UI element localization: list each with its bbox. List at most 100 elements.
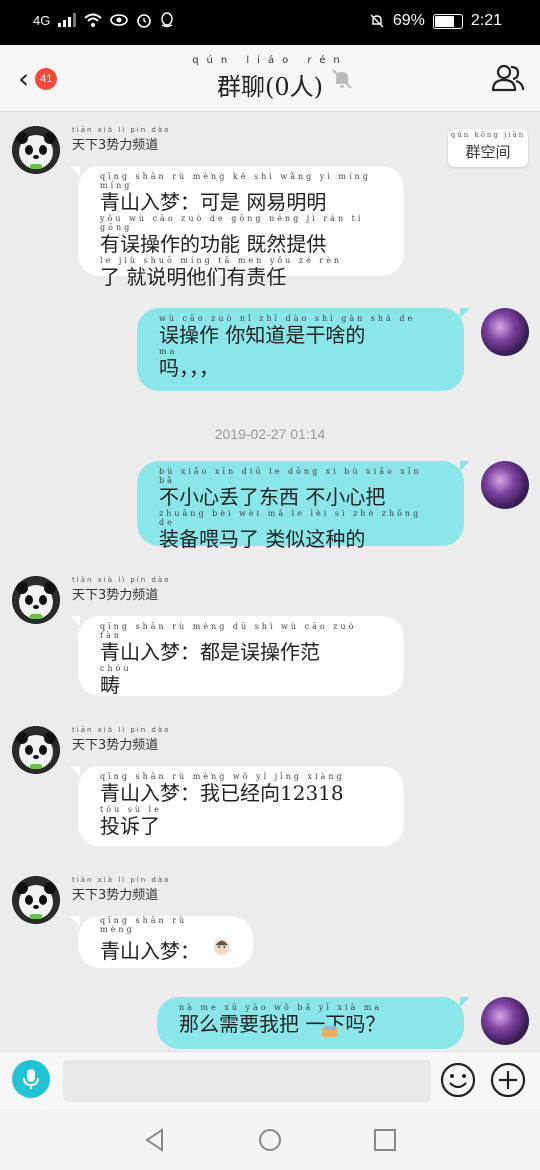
- panda-icon: [12, 126, 60, 174]
- line-pinyin: qīng shān rù mèng: [100, 916, 188, 934]
- my-avatar[interactable]: [481, 461, 529, 509]
- message-line: 不小心丢了东西 不小心把: [159, 485, 386, 509]
- message-bubble[interactable]: qīng shān rù mèng wǒ yǐ jīng xiàng 青山入梦：…: [78, 766, 404, 846]
- sticker-emoji-icon: [214, 939, 231, 955]
- muted-bell-icon: [332, 69, 352, 89]
- line-pinyin: ma: [159, 347, 178, 356]
- plus-icon[interactable]: [490, 1062, 526, 1098]
- group-space-pinyin: qún kōng jiān: [450, 131, 526, 139]
- voice-button[interactable]: [12, 1060, 50, 1098]
- line-pinyin: nà me xū yào wǒ bǎ yī xià ma: [179, 1003, 383, 1012]
- clock: 2:21: [470, 12, 502, 29]
- title-block: qún liáo rén 群聊(0人): [0, 55, 540, 102]
- sticker-icon: [322, 1026, 338, 1037]
- status-right: 69% 2:21: [369, 12, 502, 30]
- input-bar: [0, 1051, 540, 1110]
- sender-avatar[interactable]: [12, 576, 60, 624]
- message-line: 吗，，，: [159, 356, 219, 380]
- message-line: 误操作 你知道是干啥的: [159, 323, 366, 347]
- status-bar: 4G 69% 2:21: [0, 0, 540, 45]
- sender-name: tiān xià lì pín dào 天下3势力频道: [72, 576, 170, 603]
- message-line: 了 就说明他们有责任: [100, 265, 287, 289]
- signal-icon: [58, 13, 77, 27]
- bubble-tail: [70, 916, 80, 926]
- group-space-label: 群空间: [465, 143, 511, 161]
- line-pinyin: qīng shān rù mèng wǒ yǐ jīng xiàng: [100, 772, 345, 781]
- sender-avatar[interactable]: [12, 726, 60, 774]
- sender-avatar[interactable]: [12, 876, 60, 924]
- line-pinyin: le jiù shuō míng tā men yǒu zé rèn: [100, 256, 343, 265]
- message-line: 那么需要我把 一下吗？: [179, 1012, 386, 1036]
- chat-header: ‹ 41 qún liáo rén 群聊(0人): [0, 45, 540, 112]
- message-line: 有误操作的功能 既然提供: [100, 232, 327, 256]
- message-line: 青山入梦：都是误操作范: [100, 640, 320, 664]
- sender-label: 天下3势力频道: [72, 138, 159, 153]
- message-bubble[interactable]: qīng shān rù mèng dū shì wù cāo zuò fàn …: [78, 616, 404, 697]
- group-members-icon[interactable]: [492, 63, 524, 93]
- sender-avatar[interactable]: [12, 126, 60, 174]
- network-type: 4G: [33, 12, 51, 28]
- line-pinyin: yǒu wù cāo zuò de gōng néng jì rán tí gō…: [100, 214, 364, 232]
- battery-percent: 69%: [392, 12, 425, 29]
- recents-square-icon[interactable]: [372, 1127, 398, 1153]
- panda-icon: [12, 726, 60, 774]
- sender-label: 天下3势力频道: [72, 738, 159, 753]
- panda-icon: [12, 576, 60, 624]
- bubble-tail: [460, 461, 470, 471]
- line-pinyin: wù cāo zuò nǐ zhī dào shì gàn shá de: [159, 314, 416, 323]
- message-content: qīng shān rù mèng 青山入梦：: [100, 916, 211, 968]
- message-line: 青山入梦：我已经向12318: [100, 781, 344, 805]
- battery-level: [434, 15, 455, 27]
- bubble-tail: [70, 166, 80, 176]
- sender-pinyin: tiān xià lì pín dào: [72, 726, 171, 734]
- bubble-tail: [460, 308, 470, 318]
- line-pinyin: zhuāng bèi wèi mǎ le lèi sì zhè zhǒng de: [159, 509, 422, 527]
- message-line: 畴: [100, 673, 120, 697]
- line-pinyin: chóu: [100, 664, 132, 673]
- battery-icon: [432, 13, 463, 29]
- panda-icon: [12, 876, 60, 924]
- title-pinyin: qún liáo rén: [192, 55, 348, 66]
- group-space-button[interactable]: qún kōng jiān 群空间: [448, 129, 528, 167]
- line-pinyin: qīng shān rù mèng dū shì wù cāo zuò fàn: [100, 622, 357, 640]
- status-left: 4G: [33, 12, 174, 28]
- message-input[interactable]: [63, 1060, 431, 1102]
- message-bubble[interactable]: bù xiǎo xīn diū le dōng xi bù xiǎo xīn b…: [137, 461, 464, 551]
- line-pinyin: tóu sù le: [100, 805, 162, 814]
- message-bubble[interactable]: qīng shān rù mèng kě shì wǎng yì míng mí…: [78, 166, 404, 289]
- message-line: 投诉了: [100, 814, 160, 838]
- sender-pinyin: tiān xià lì pín dào: [72, 876, 171, 884]
- message-line: 装备喂马了 类似这种的: [159, 527, 366, 551]
- line-pinyin: qīng shān rù mèng kě shì wǎng yì míng mí…: [100, 172, 371, 190]
- qq-icon: [161, 12, 174, 28]
- microphone-icon: [23, 1069, 39, 1089]
- sender-name: tiān xià lì pín dào 天下3势力频道: [72, 126, 170, 153]
- message-list[interactable]: qún kōng jiān 群空间 tiān xià lì pín dào 天下…: [0, 111, 540, 1051]
- message-bubble[interactable]: wù cāo zuò nǐ zhī dào shì gàn shá de 误操作…: [137, 308, 464, 391]
- my-avatar[interactable]: [481, 997, 529, 1045]
- sender-name: tiān xià lì pín dào 天下3势力频道: [72, 726, 170, 753]
- bubble-tail: [460, 997, 470, 1007]
- alarm-icon: [137, 14, 152, 28]
- back-triangle-icon[interactable]: [142, 1127, 168, 1153]
- sender-label: 天下3势力频道: [72, 588, 159, 603]
- system-nav-bar: [0, 1109, 540, 1170]
- home-circle-icon[interactable]: [257, 1127, 283, 1153]
- timestamp: 2019-02-27 01:14: [214, 426, 326, 442]
- wifi-icon: [84, 13, 103, 27]
- message-line: 青山入梦：可是 网易明明: [100, 190, 327, 214]
- line-pinyin: bù xiǎo xīn diū le dōng xi bù xiǎo xīn b…: [159, 467, 422, 485]
- eye-icon: [110, 14, 129, 26]
- message-line: 青山入梦：: [100, 939, 200, 963]
- message-bubble[interactable]: nà me xū yào wǒ bǎ yī xià ma 那么需要我把 一下吗？: [157, 997, 464, 1049]
- my-avatar[interactable]: [481, 308, 529, 356]
- bubble-tail: [70, 616, 80, 626]
- sender-pinyin: tiān xià lì pín dào: [72, 126, 171, 134]
- sender-pinyin: tiān xià lì pín dào: [72, 576, 171, 584]
- sender-name: tiān xià lì pín dào 天下3势力频道: [72, 876, 170, 903]
- chat-title: 群聊(0人): [217, 73, 323, 101]
- message-bubble[interactable]: qīng shān rù mèng 青山入梦：: [78, 916, 253, 968]
- bubble-tail: [70, 766, 80, 776]
- emoji-icon[interactable]: [440, 1062, 476, 1098]
- mute-bell-icon: [370, 14, 384, 28]
